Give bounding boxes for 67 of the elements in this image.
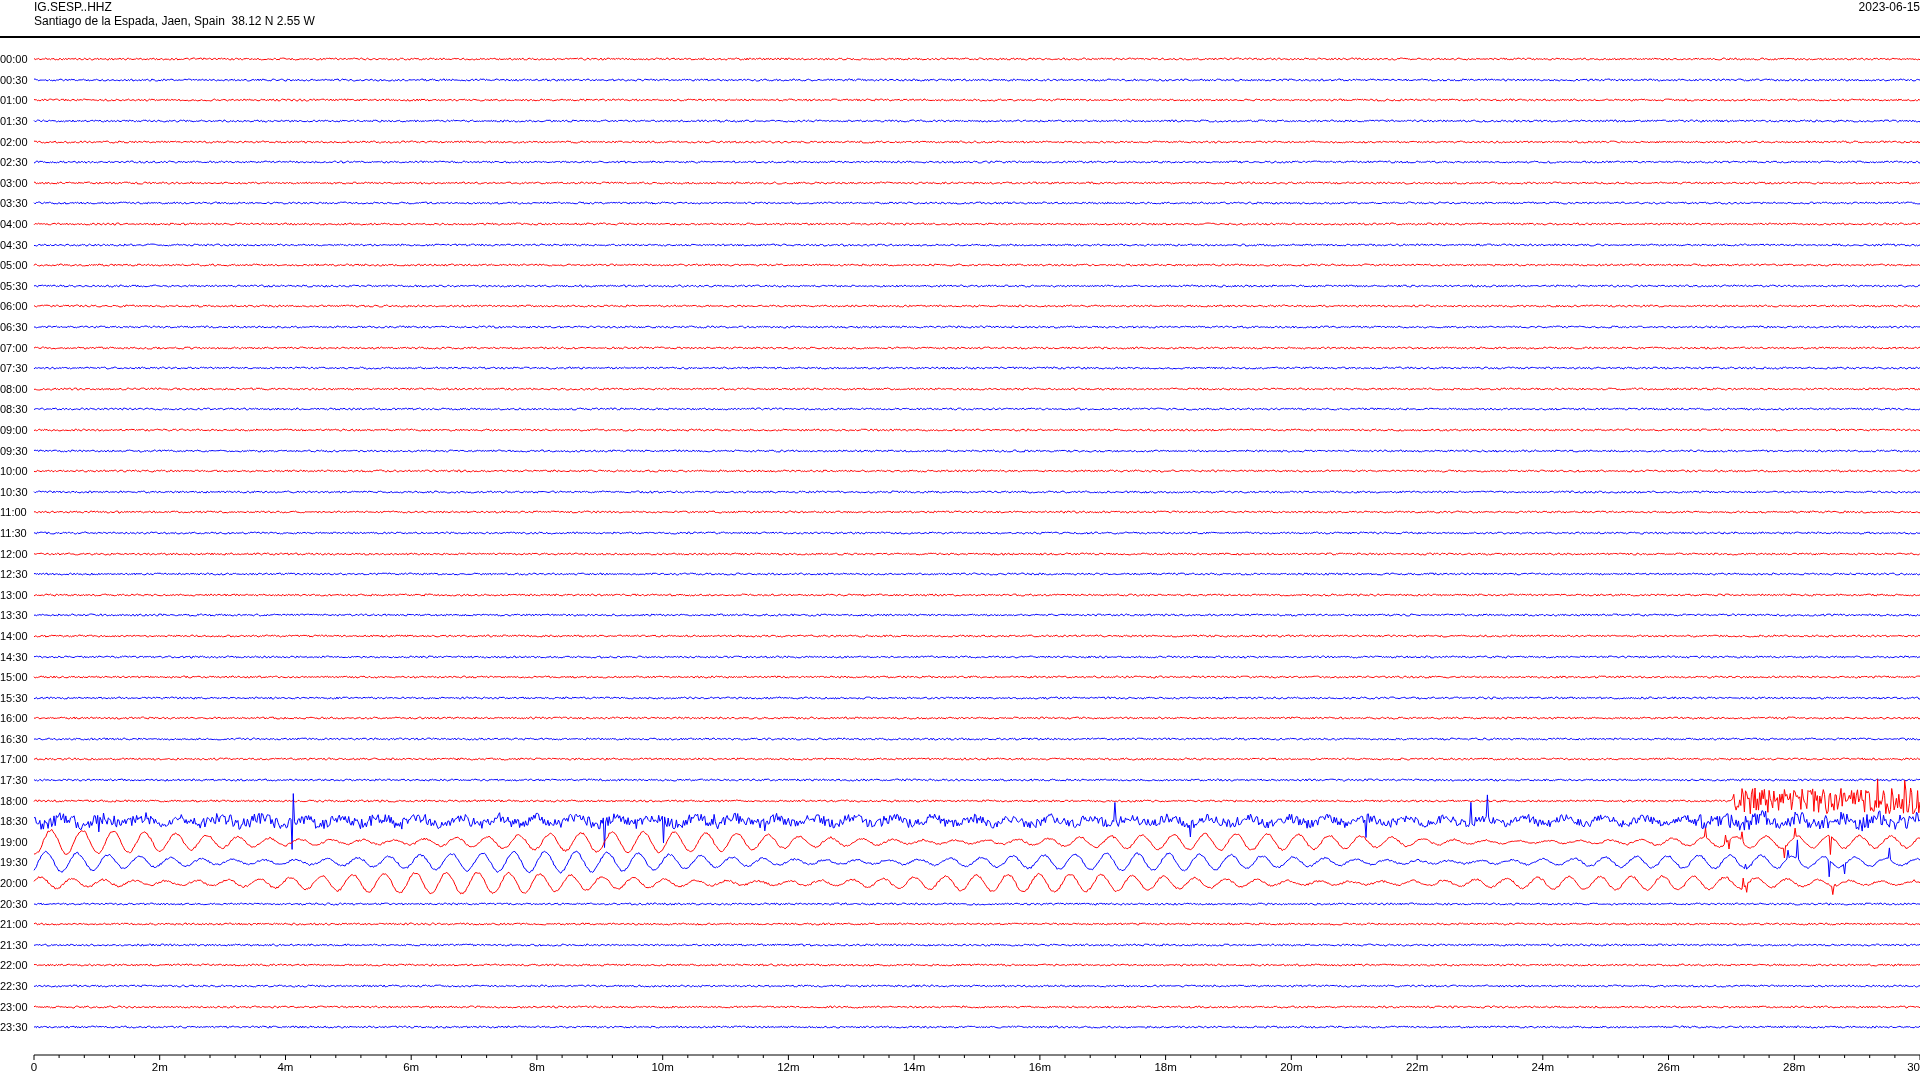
axis-label: 4m: [277, 1060, 294, 1073]
time-label: 18:00: [0, 794, 29, 807]
time-label: 03:30: [0, 197, 29, 210]
time-label: 11:00: [0, 506, 28, 519]
axis-label: 18m: [1154, 1060, 1177, 1073]
time-label: 09:00: [0, 424, 29, 436]
time-label: 09:30: [0, 444, 29, 457]
time-label: 14:30: [0, 650, 29, 663]
time-label: 13:30: [0, 609, 29, 622]
time-label: 03:00: [0, 176, 29, 189]
station-code: IG.SESP..HHZ: [34, 0, 112, 14]
time-label: 12:00: [0, 547, 29, 560]
time-label: 04:30: [0, 238, 29, 251]
time-label: 20:30: [0, 897, 29, 910]
axis-label: 20m: [1280, 1060, 1303, 1073]
time-label: 17:00: [0, 753, 29, 766]
time-label: 14:00: [0, 629, 29, 642]
axis-label: 22m: [1405, 1060, 1429, 1073]
time-label: 10:00: [0, 465, 29, 478]
time-label: 13:00: [0, 588, 29, 601]
time-label: 05:00: [0, 259, 29, 272]
time-label: 22:30: [0, 980, 29, 992]
axis-label: 10m: [651, 1060, 674, 1073]
time-label: 15:00: [0, 671, 29, 684]
time-label: 04:00: [0, 218, 29, 231]
axis-label: 26m: [1657, 1060, 1680, 1073]
axis-label: 28m: [1783, 1060, 1806, 1073]
time-label: 02:30: [0, 156, 29, 169]
axis-label: 24m: [1531, 1060, 1554, 1073]
time-label: 10:30: [0, 485, 29, 498]
time-label: 06:30: [0, 321, 29, 333]
time-label: 02:00: [0, 135, 29, 148]
plot-date: 2023-06-15: [1858, 0, 1920, 14]
time-label: 21:00: [0, 918, 29, 931]
time-label: 00:30: [0, 73, 29, 86]
time-label: 22:00: [0, 959, 29, 972]
axis-label: 2m: [151, 1060, 168, 1073]
time-label: 05:30: [0, 279, 29, 292]
axis-label: 14m: [902, 1060, 926, 1073]
axis-label: 16m: [1028, 1060, 1052, 1073]
time-label: 18:30: [0, 815, 29, 828]
time-label: 15:30: [0, 691, 29, 704]
time-label: 23:30: [0, 1021, 29, 1034]
time-label: 07:00: [0, 341, 29, 354]
time-label: 08:30: [0, 403, 29, 416]
time-label: 01:30: [0, 115, 29, 128]
time-label: 00:00: [0, 53, 29, 66]
time-label: 19:30: [0, 856, 29, 869]
axis-label: 12m: [777, 1060, 800, 1073]
time-label: 21:30: [0, 938, 29, 951]
time-label: 12:30: [0, 568, 29, 581]
time-label: 11:30: [0, 526, 28, 539]
axis-label: 8m: [528, 1060, 545, 1073]
time-label: 06:00: [0, 300, 29, 313]
time-label: 16:30: [0, 732, 29, 745]
time-label: 23:00: [0, 1000, 29, 1013]
time-label: 16:00: [0, 712, 29, 725]
axis-label: 30: [1907, 1060, 1920, 1073]
axis-label: 6m: [403, 1060, 420, 1073]
time-label: 07:30: [0, 362, 29, 375]
time-label: 17:30: [0, 774, 29, 787]
axis-label: 0: [30, 1060, 38, 1073]
time-label: 20:00: [0, 877, 29, 890]
station-location: Santiago de la Espada, Jaen, Spain 38.12 N 2.55 W: [34, 14, 315, 28]
time-label: 01:00: [0, 94, 29, 107]
time-label: 08:00: [0, 382, 29, 395]
time-label: 19:00: [0, 835, 29, 848]
